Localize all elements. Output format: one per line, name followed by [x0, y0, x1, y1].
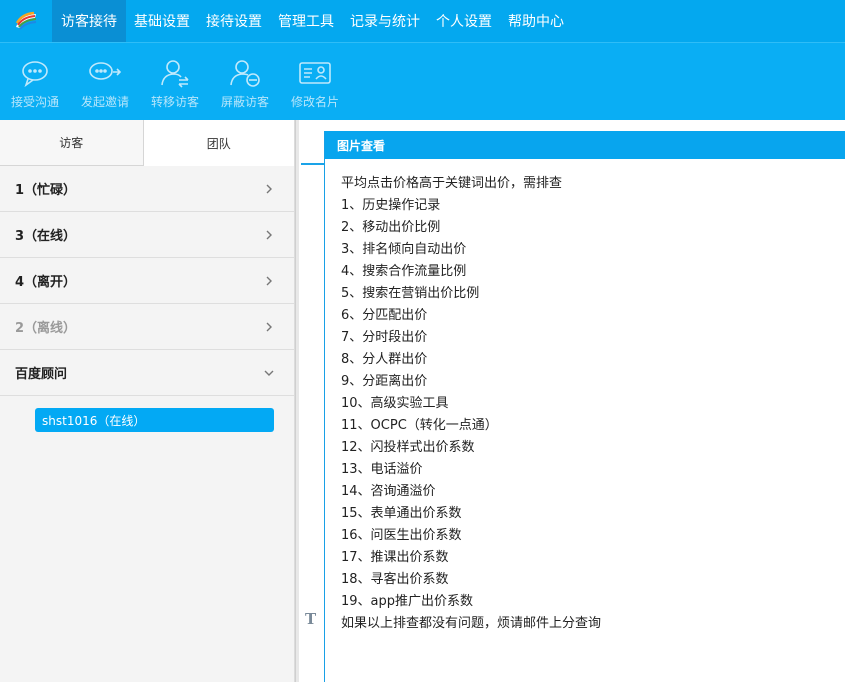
chevron-right-icon [266, 322, 272, 331]
content-line: 14、咨询通溢价 [341, 484, 436, 499]
content-line: 8、分人群出价 [341, 352, 428, 367]
left-tabs: 访客 团队 [0, 120, 294, 166]
content-line: 9、分距离出价 [341, 374, 428, 389]
team-member-item[interactable]: shst1016（在线） [35, 408, 274, 432]
chat-bubble-icon [18, 57, 52, 89]
group-away[interactable]: 4（离开） [0, 258, 294, 304]
content-line: 10、高级实验工具 [341, 396, 449, 411]
menu-management-tools[interactable]: 管理工具 [270, 0, 342, 42]
tab-team[interactable]: 团队 [143, 120, 294, 166]
group-label: 1（忙碌） [15, 183, 77, 198]
edit-card-button[interactable]: 修改名片 [280, 43, 350, 120]
menu-records-statistics[interactable]: 记录与统计 [342, 0, 428, 42]
content-line: 13、电话溢价 [341, 462, 423, 477]
group-busy[interactable]: 1（忙碌） [0, 166, 294, 212]
content-line: 平均点击价格高于关键词出价，需排查 [341, 176, 563, 191]
group-baidu-consultant[interactable]: 百度顾问 [0, 350, 294, 396]
menu-basic-settings[interactable]: 基础设置 [126, 0, 198, 42]
tab-indicator [301, 163, 325, 165]
top-menu-bar: 访客接待 基础设置 接待设置 管理工具 记录与统计 个人设置 帮助中心 [0, 0, 845, 42]
group-label: 3（在线） [15, 229, 77, 244]
content-line: 19、app推广出价系数 [341, 594, 474, 609]
chevron-right-icon [266, 276, 272, 285]
image-content: 平均点击价格高于关键词出价，需排查 1、历史操作记录 2、移动出价比例 3、排名… [325, 159, 845, 635]
content-line: 1、历史操作记录 [341, 198, 441, 213]
transfer-visitor-button[interactable]: 转移访客 [140, 43, 210, 120]
content-line: 4、搜索合作流量比例 [341, 264, 467, 279]
accept-chat-label: 接受沟通 [10, 95, 59, 109]
content-line: 3、排名倾向自动出价 [341, 242, 467, 257]
edit-card-label: 修改名片 [290, 95, 339, 109]
image-viewer-window: 图片查看 平均点击价格高于关键词出价，需排查 1、历史操作记录 2、移动出价比例… [324, 131, 845, 682]
content-line: 12、闪投样式出价系数 [341, 440, 475, 455]
content-line: 17、推课出价系数 [341, 550, 449, 565]
block-user-icon [228, 57, 262, 89]
edit-card-icon [298, 57, 332, 89]
action-toolbar: 接受沟通 发起邀请 转移访客 屏蔽访客 修改名片 [0, 42, 845, 120]
menu-visitor-reception[interactable]: 访客接待 [52, 0, 126, 42]
chevron-down-icon [264, 370, 274, 376]
tab-visitors[interactable]: 访客 [0, 120, 144, 166]
block-visitor-button[interactable]: 屏蔽访客 [210, 43, 280, 120]
group-label: 4（离开） [15, 275, 77, 290]
content-line: 6、分匹配出价 [341, 308, 428, 323]
group-label: 百度顾问 [15, 367, 68, 382]
chevron-right-icon [266, 184, 272, 193]
menu-help-center[interactable]: 帮助中心 [500, 0, 572, 42]
group-label: 2（离线） [15, 321, 77, 336]
content-line: 16、问医生出价系数 [341, 528, 462, 543]
menu-reception-settings[interactable]: 接待设置 [198, 0, 270, 42]
group-online[interactable]: 3（在线） [0, 212, 294, 258]
left-panel: 访客 团队 1（忙碌） 3（在线） 4（离开） 2（离线） 百度顾问 shst1… [0, 120, 295, 682]
content-line: 11、OCPC（转化一点通） [341, 418, 498, 433]
panel-splitter[interactable] [295, 120, 299, 682]
text-tool-icon[interactable]: T [305, 610, 316, 628]
group-offline[interactable]: 2（离线） [0, 304, 294, 350]
image-viewer-title: 图片查看 [325, 131, 845, 159]
send-invite-label: 发起邀请 [80, 95, 129, 109]
transfer-visitor-label: 转移访客 [150, 95, 199, 109]
content-line: 2、移动出价比例 [341, 220, 441, 235]
content-line: 15、表单通出价系数 [341, 506, 462, 521]
app-logo-icon [0, 0, 52, 42]
content-line: 如果以上排查都没有问题，烦请邮件上分查询 [341, 616, 602, 631]
block-visitor-label: 屏蔽访客 [220, 95, 269, 109]
transfer-user-icon [158, 57, 192, 89]
invite-chat-icon [88, 57, 122, 89]
chevron-right-icon [266, 230, 272, 239]
content-line: 7、分时段出价 [341, 330, 428, 345]
content-line: 18、寻客出价系数 [341, 572, 449, 587]
accept-chat-button[interactable]: 接受沟通 [0, 43, 70, 120]
content-line: 5、搜索在营销出价比例 [341, 286, 480, 301]
menu-personal-settings[interactable]: 个人设置 [428, 0, 500, 42]
send-invite-button[interactable]: 发起邀请 [70, 43, 140, 120]
